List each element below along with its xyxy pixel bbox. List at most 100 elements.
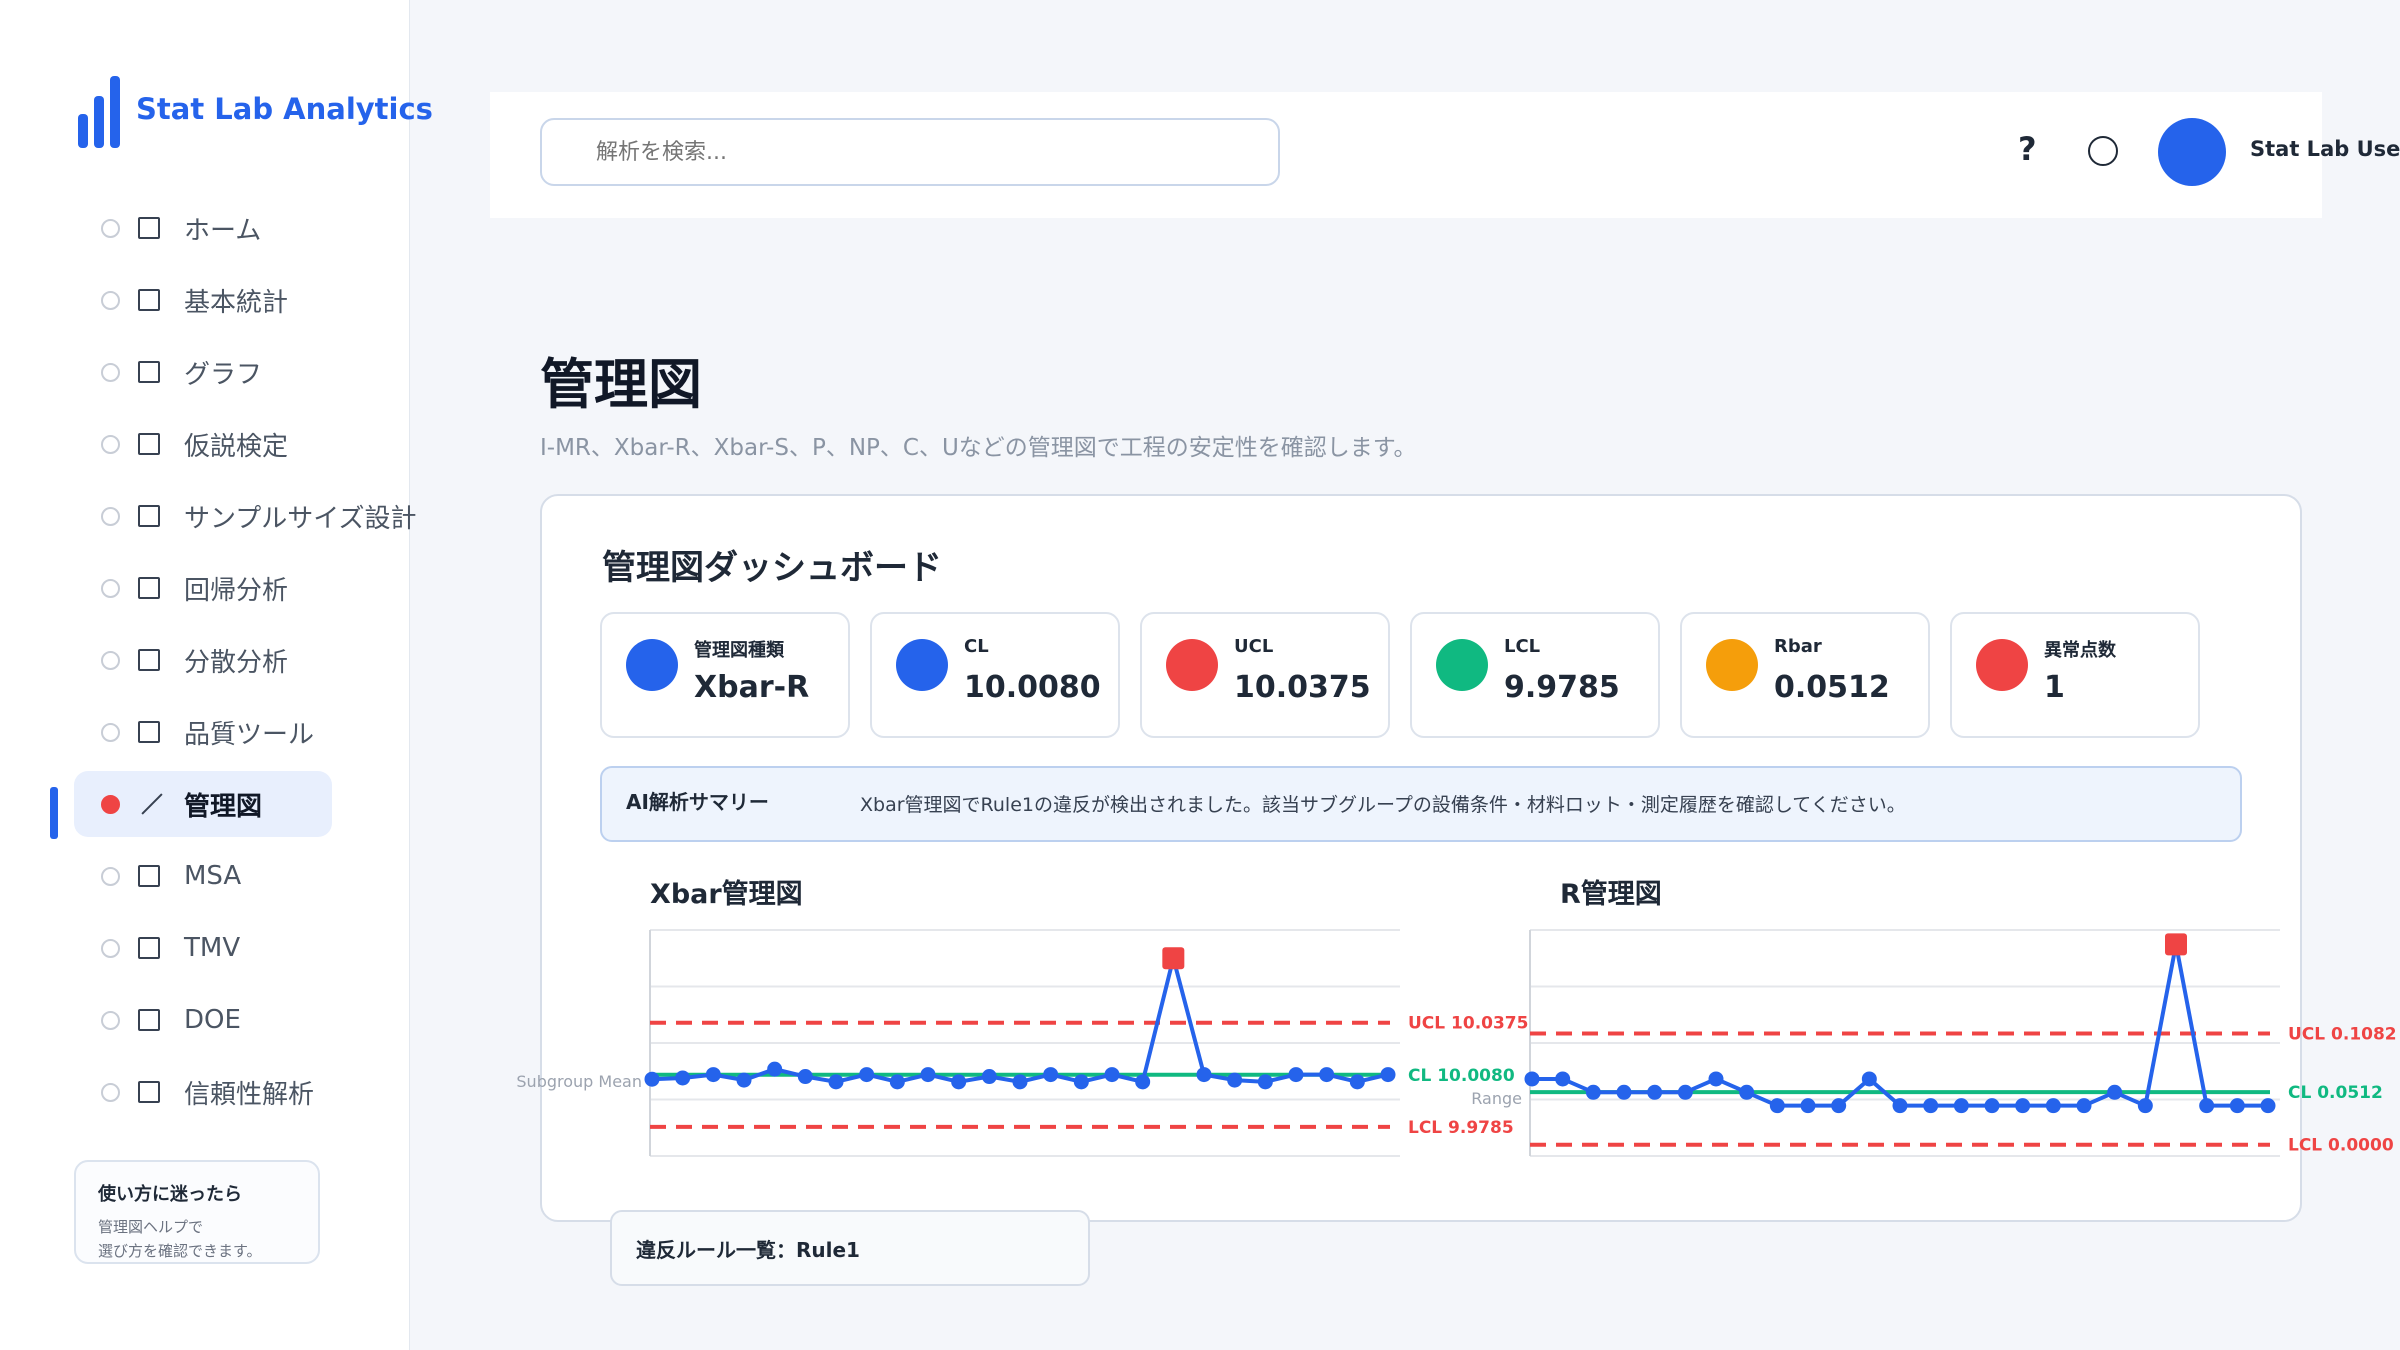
kpi-value: 9.9785: [1504, 670, 1620, 705]
brand[interactable]: Stat Lab Analytics: [78, 76, 433, 148]
data-point: [675, 1070, 691, 1086]
sidebar-item-label: 管理図: [184, 791, 263, 822]
ai-summary-title: AI解析サマリー: [626, 790, 769, 814]
sidebar-item-label: 品質ツール: [184, 719, 315, 750]
square-icon: [138, 649, 160, 671]
help-card-line2: 選び方を確認できます。: [98, 1242, 262, 1260]
sidebar-item-label: TMV: [184, 933, 241, 963]
y-axis-label: Range: [1471, 1089, 1522, 1108]
data-point: [1196, 1067, 1212, 1083]
data-point: [1227, 1072, 1243, 1088]
sidebar-item[interactable]: 回帰分析: [74, 555, 334, 621]
sidebar-item[interactable]: TMV: [74, 915, 334, 981]
sidebar-item[interactable]: グラフ: [74, 339, 334, 405]
kpi-card: CL 10.0080: [870, 612, 1120, 738]
data-point: [920, 1067, 936, 1083]
data-point: [1800, 1098, 1816, 1114]
sidebar-item-label: 仮説検定: [184, 431, 289, 462]
sidebar-item[interactable]: 分散分析: [74, 627, 334, 693]
kpi-card: 異常点数 1: [1950, 612, 2200, 738]
kpi-value: Xbar-R: [694, 670, 810, 705]
sidebar-item-label: DOE: [184, 1005, 241, 1035]
sidebar-item[interactable]: 基本統計: [74, 267, 334, 333]
data-point: [1831, 1098, 1847, 1114]
kpi-indicator-icon: [1706, 639, 1758, 691]
violation-point: [1162, 947, 1185, 970]
r-chart: UCL 0.1082 LCL 0.0000 CL 0.0512 Range: [1471, 929, 2397, 1157]
data-point: [1104, 1067, 1120, 1083]
square-icon: [138, 505, 160, 527]
kpi-indicator-icon: [1976, 639, 2028, 691]
ucl-label: UCL 0.1082: [2288, 1025, 2397, 1045]
data-point: [736, 1072, 752, 1088]
sidebar-item-label: ホーム: [184, 215, 262, 246]
square-icon: [138, 289, 160, 311]
page-title: 管理図: [540, 353, 702, 416]
data-point: [1984, 1098, 2000, 1114]
help-icon[interactable]: ?: [2018, 130, 2037, 168]
data-point: [1953, 1098, 1969, 1114]
kpi-label: Rbar: [1774, 636, 1822, 657]
sidebar-item[interactable]: DOE: [74, 987, 334, 1053]
kpi-card: Rbar 0.0512: [1680, 612, 1930, 738]
bar-chart-logo-icon: [78, 76, 120, 148]
xbar-chart: UCL 10.0375LCL 9.9785CL 10.0080Subgroup …: [516, 929, 1528, 1157]
data-point: [1073, 1074, 1089, 1090]
search-input[interactable]: [540, 118, 1280, 186]
data-point: [2045, 1098, 2061, 1114]
kpi-indicator-icon: [1166, 639, 1218, 691]
kpi-label: 管理図種類: [694, 640, 784, 661]
series-line: [651, 957, 1389, 1085]
data-point: [1861, 1071, 1877, 1087]
data-point: [2076, 1098, 2092, 1114]
ai-summary-text: Xbar管理図でRule1の違反が検出されました。該当サブグループの設備条件・材…: [860, 794, 1906, 816]
data-point: [1012, 1074, 1028, 1090]
sidebar-item[interactable]: MSA: [74, 843, 334, 909]
kpi-label: UCL: [1234, 636, 1274, 657]
data-point: [1892, 1098, 1908, 1114]
active-indicator: [50, 787, 58, 839]
sidebar-item-label: MSA: [184, 861, 242, 891]
sidebar: Stat Lab Analytics ホーム基本統計 グラフ仮説検定サンプルサイズ…: [0, 0, 433, 1350]
data-point: [1616, 1084, 1632, 1100]
avatar[interactable]: [2158, 118, 2226, 186]
data-point: [1769, 1098, 1785, 1114]
sidebar-item[interactable]: 管理図: [74, 771, 332, 837]
data-point: [1708, 1071, 1724, 1087]
data-point: [1647, 1084, 1663, 1100]
kpi-label: LCL: [1504, 636, 1541, 657]
radio-dot-icon: [101, 794, 120, 814]
radio-dot-icon: [101, 866, 120, 886]
kpi-value: 0.0512: [1774, 670, 1890, 705]
sidebar-item[interactable]: 仮説検定: [74, 411, 334, 477]
data-point: [1288, 1067, 1304, 1083]
kpi-indicator-icon: [896, 639, 948, 691]
kpi-label: CL: [964, 636, 989, 657]
sidebar-item-label: 信頼性解析: [184, 1079, 315, 1110]
rule-violation-list[interactable]: 違反ルール一覧：Rule1: [610, 1210, 1090, 1286]
kpi-card: UCL 10.0375: [1140, 612, 1390, 738]
square-icon: [138, 1081, 160, 1103]
data-point: [767, 1061, 783, 1077]
radio-dot-icon: [101, 1082, 120, 1102]
help-card-text: 管理図ヘルプで 選び方を確認できます。: [98, 1214, 296, 1264]
radio-dot-icon: [101, 1010, 120, 1030]
sidebar-item[interactable]: サンプルサイズ設計: [74, 483, 416, 549]
notification-icon[interactable]: [2088, 136, 2118, 166]
help-card[interactable]: 使い方に迷ったら 管理図ヘルプで 選び方を確認できます。: [74, 1160, 320, 1264]
data-point: [2107, 1084, 2123, 1100]
square-icon: [138, 937, 160, 959]
username[interactable]: Stat Lab User: [2250, 137, 2400, 161]
sidebar-item[interactable]: ホーム: [74, 195, 334, 261]
kpi-indicator-icon: [1436, 639, 1488, 691]
data-point: [981, 1069, 997, 1085]
kpi-label: 異常点数: [2044, 640, 2116, 661]
ai-summary: AI解析サマリー Xbar管理図でRule1の違反が検出されました。該当サブグル…: [600, 766, 2242, 842]
radio-dot-icon: [101, 290, 120, 310]
sidebar-item[interactable]: 信頼性解析: [74, 1059, 334, 1125]
sidebar-item[interactable]: 品質ツール: [74, 699, 334, 765]
radio-dot-icon: [101, 578, 120, 598]
kpi-card: 管理図種類 Xbar-R: [600, 612, 850, 738]
page-subtitle: I-MR、Xbar-R、Xbar-S、P、NP、C、Uなどの管理図で工程の安定性…: [540, 435, 1417, 461]
radio-dot-icon: [101, 506, 120, 526]
